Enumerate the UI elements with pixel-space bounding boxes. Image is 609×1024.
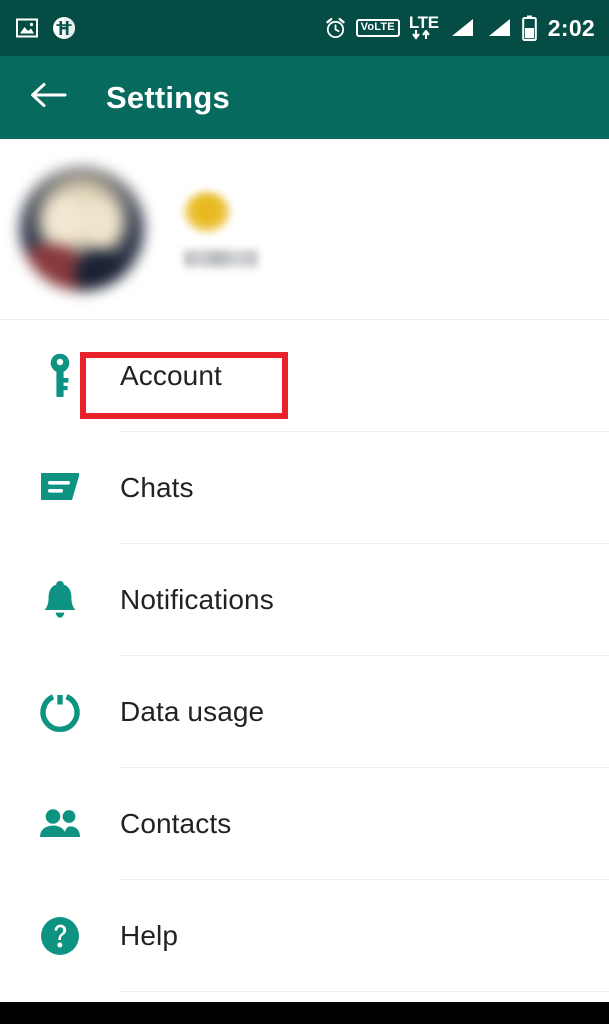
- settings-screen: VoLTE LTE 2:02 Settings Account Chats No…: [0, 0, 609, 1024]
- data-usage-circle-icon: [30, 691, 90, 733]
- lte-data-icon: LTE: [409, 14, 439, 41]
- app-bar: Settings: [0, 56, 609, 139]
- sidebar-item-label: Help: [120, 920, 178, 951]
- status-bar-left-icons: [16, 16, 76, 40]
- settings-list: Account Chats Notifications Data usage C…: [0, 319, 609, 992]
- sidebar-item-label: Chats: [120, 472, 194, 503]
- profile-name: [184, 249, 258, 267]
- sidebar-item-notifications[interactable]: Notifications: [0, 544, 609, 656]
- sidebar-item-help[interactable]: Help: [0, 880, 609, 992]
- help-question-icon: [30, 915, 90, 957]
- battery-icon: [521, 15, 537, 41]
- sidebar-item-label: Notifications: [120, 584, 274, 615]
- profile-text: [184, 191, 258, 267]
- volte-badge: VoLTE: [355, 19, 400, 37]
- screenshot-image-icon: [16, 17, 38, 39]
- status-bar-right-icons: VoLTE LTE 2:02: [324, 14, 595, 42]
- profile-row[interactable]: [0, 139, 609, 319]
- sidebar-item-account[interactable]: Account: [0, 320, 609, 432]
- sidebar-item-label: Data usage: [120, 696, 265, 727]
- key-icon: [30, 352, 90, 400]
- sidebar-item-chats[interactable]: Chats: [0, 432, 609, 544]
- sidebar-item-label: Account: [120, 360, 222, 391]
- sidebar-item-contacts[interactable]: Contacts: [0, 768, 609, 880]
- signal-sim1-icon: [448, 16, 476, 40]
- sidebar-item-label: Contacts: [120, 808, 232, 839]
- signal-sim2-icon: [485, 16, 513, 40]
- sidebar-item-data-usage[interactable]: Data usage: [0, 656, 609, 768]
- chat-bubble-icon: [30, 470, 90, 506]
- status-bar: VoLTE LTE 2:02: [0, 0, 609, 56]
- page-title: Settings: [106, 79, 230, 115]
- profile-status-emoji: [184, 191, 230, 232]
- back-button[interactable]: [18, 68, 78, 128]
- bell-icon: [30, 578, 90, 622]
- app-badge-h-icon: [52, 16, 76, 40]
- avatar: [20, 167, 144, 291]
- system-navigation-bar: [0, 1002, 609, 1024]
- contacts-people-icon: [30, 807, 90, 841]
- arrow-left-icon: [28, 79, 68, 116]
- status-bar-clock: 2:02: [547, 14, 595, 41]
- alarm-clock-icon: [324, 17, 347, 40]
- row-divider: [120, 991, 609, 992]
